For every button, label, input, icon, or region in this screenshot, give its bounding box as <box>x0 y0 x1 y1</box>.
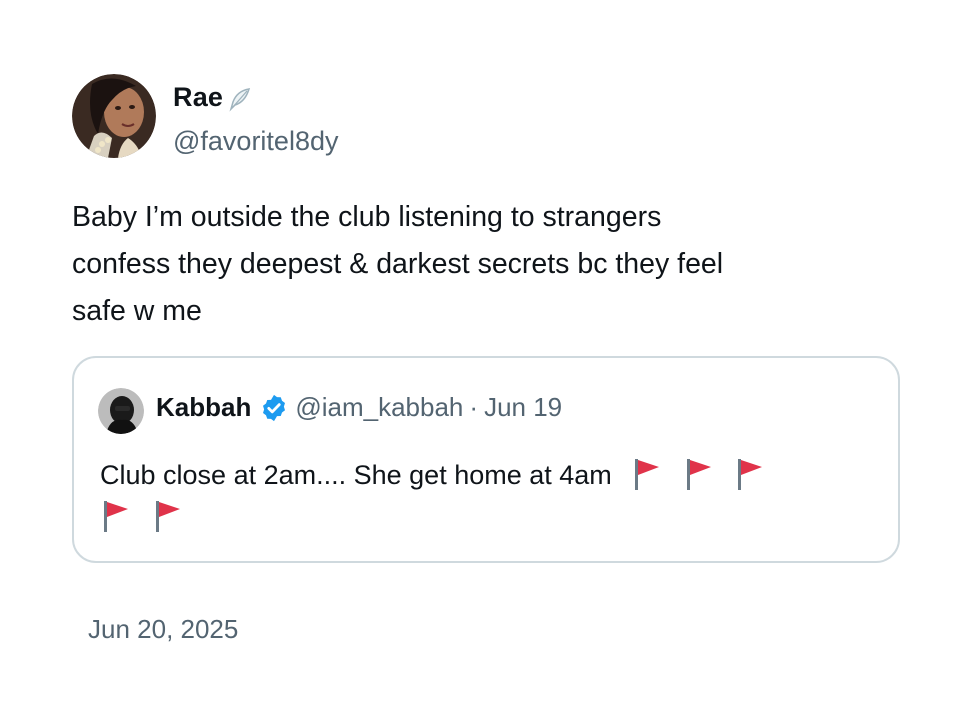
red-flag-icon <box>631 456 663 492</box>
quoted-tweet[interactable]: Kabbah @iam_kabbah · Jun 19 Club close a… <box>72 356 900 563</box>
author-display-name[interactable]: Rae <box>173 82 253 113</box>
quoted-text: Club close at 2am.... She get home at 4a… <box>100 460 612 490</box>
tweet-timestamp[interactable]: Jun 20, 2025 <box>88 614 238 645</box>
quoted-date[interactable]: Jun 19 <box>484 392 562 423</box>
quoted-text-block: Club close at 2am.... She get home at 4a… <box>100 454 880 538</box>
red-flag-icon <box>734 456 766 492</box>
quoted-header: Kabbah @iam_kabbah · Jun 19 <box>156 392 562 423</box>
feather-icon <box>227 86 253 112</box>
author-avatar[interactable] <box>72 74 156 158</box>
tweet-text: Baby I’m outside the club listening to s… <box>72 201 724 327</box>
author-handle[interactable]: @favoritel8dy <box>173 126 338 157</box>
quoted-display-name[interactable]: Kabbah <box>156 392 251 423</box>
quoted-author-avatar[interactable] <box>98 388 144 434</box>
separator-dot: · <box>469 392 479 422</box>
red-flag-icon <box>100 498 132 534</box>
flag-row <box>100 496 880 538</box>
author-name-text: Rae <box>173 82 224 112</box>
quoted-handle[interactable]: @iam_kabbah <box>295 392 463 423</box>
red-flag-icon <box>152 498 184 534</box>
red-flag-icon <box>683 456 715 492</box>
verified-badge-icon <box>259 393 289 423</box>
tweet-card: Rae @favoritel8dy Baby I’m outside the c… <box>0 0 970 724</box>
